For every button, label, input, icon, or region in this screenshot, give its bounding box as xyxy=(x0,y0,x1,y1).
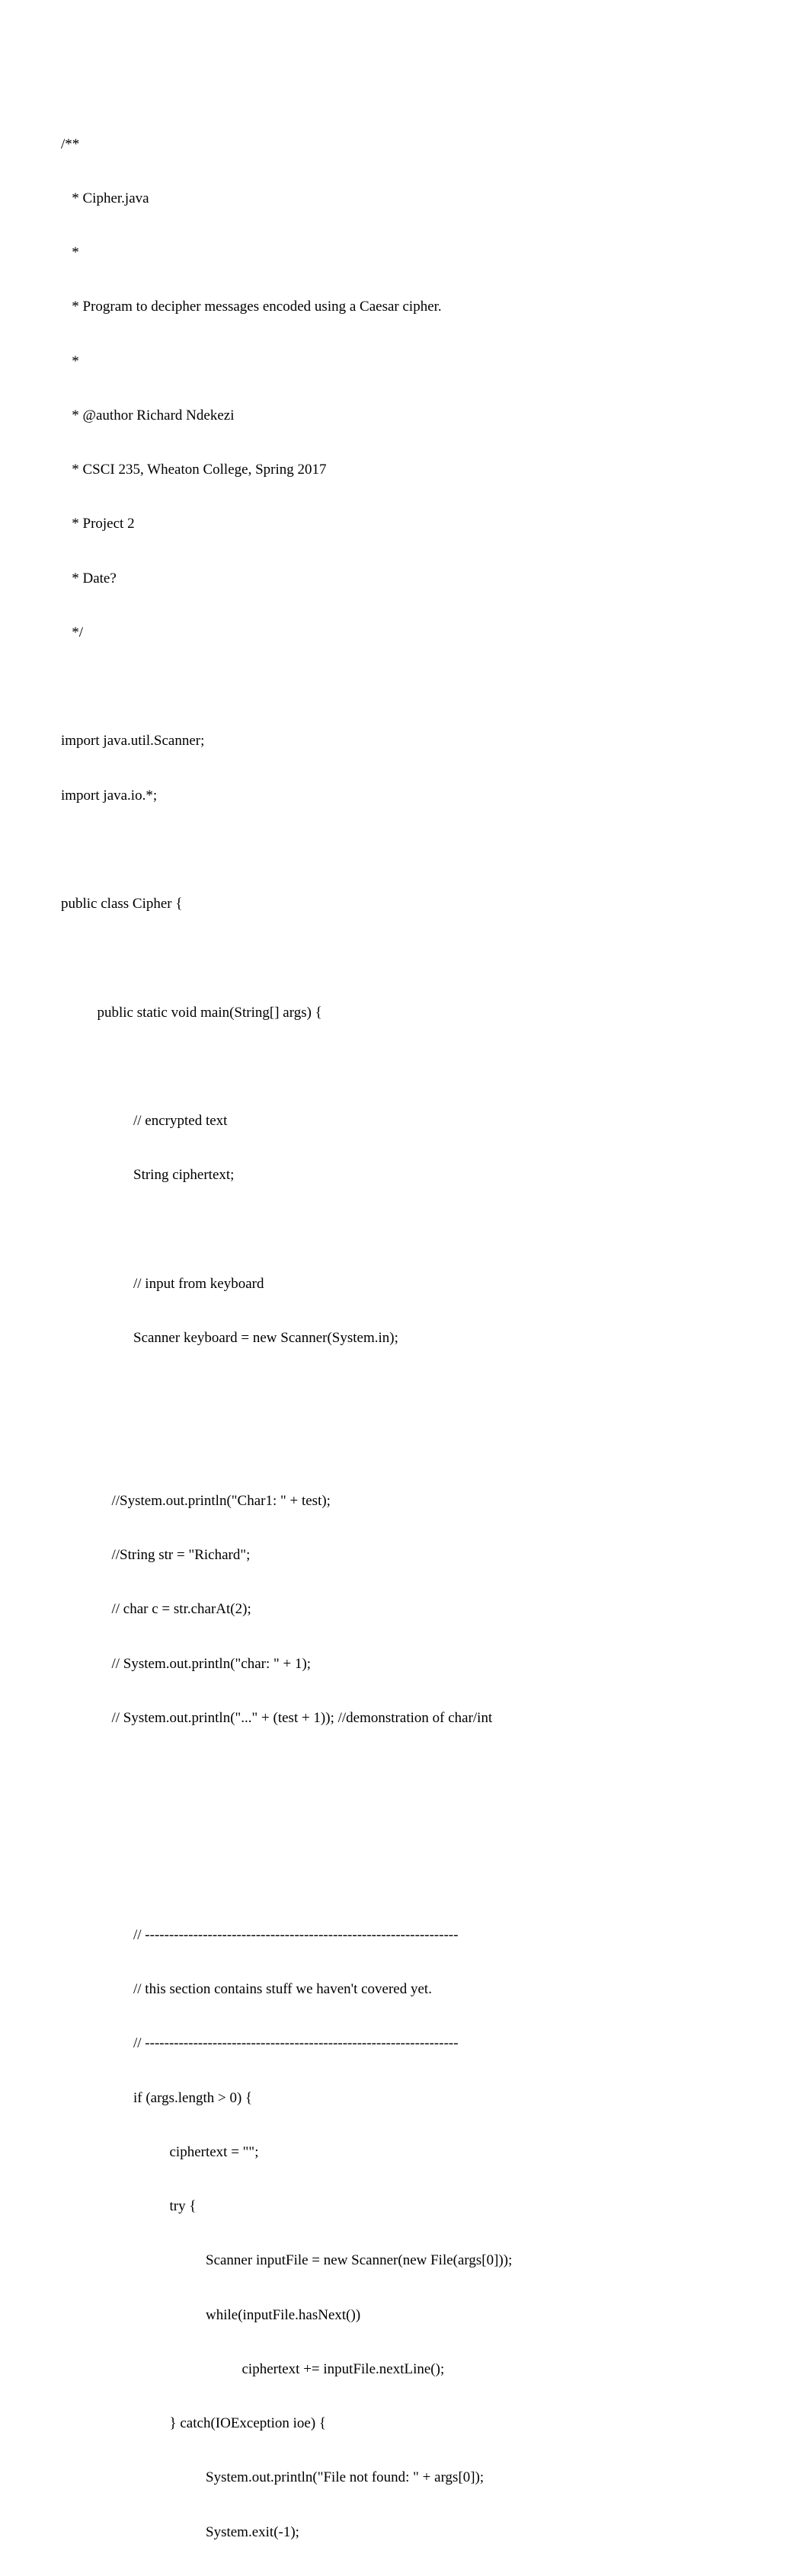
code-line: */ xyxy=(61,624,748,642)
code-line: * Project 2 xyxy=(61,515,748,533)
code-line xyxy=(61,1383,748,1401)
code-line xyxy=(61,1221,748,1239)
code-line xyxy=(61,678,748,696)
code-line xyxy=(61,1763,748,1782)
code-line: // encrypted text xyxy=(61,1112,748,1130)
code-line: * xyxy=(61,353,748,371)
code-line: // input from keyboard xyxy=(61,1275,748,1293)
code-line xyxy=(61,949,748,967)
code-line: * @author Richard Ndekezi xyxy=(61,407,748,425)
code-line xyxy=(61,1058,748,1076)
code-line: // -------------------------------------… xyxy=(61,1926,748,1945)
code-line: if (args.length > 0) { xyxy=(61,2089,748,2108)
code-line: try { xyxy=(61,2197,748,2216)
code-line: } catch(IOException ioe) { xyxy=(61,2415,748,2433)
code-line: * Date? xyxy=(61,570,748,588)
code-line: System.out.println("File not found: " + … xyxy=(61,2469,748,2487)
code-line: import java.io.*; xyxy=(61,787,748,805)
code-line: // System.out.println("char: " + 1); xyxy=(61,1655,748,1673)
code-line: //String str = "Richard"; xyxy=(61,1546,748,1564)
code-line: public class Cipher { xyxy=(61,895,748,913)
code-line xyxy=(61,841,748,859)
code-line: System.exit(-1); xyxy=(61,2523,748,2542)
code-line xyxy=(61,1438,748,1456)
code-line: public static void main(String[] args) { xyxy=(61,1004,748,1022)
code-line: Scanner keyboard = new Scanner(System.in… xyxy=(61,1329,748,1347)
code-line: while(inputFile.hasNext()) xyxy=(61,2306,748,2325)
code-line: * CSCI 235, Wheaton College, Spring 2017 xyxy=(61,461,748,479)
code-line: * Cipher.java xyxy=(61,190,748,208)
code-line: /** xyxy=(61,136,748,154)
code-line xyxy=(61,1817,748,1836)
code-line: // char c = str.charAt(2); xyxy=(61,1600,748,1619)
code-line: // System.out.println("..." + (test + 1)… xyxy=(61,1709,748,1727)
code-line: Scanner inputFile = new Scanner(new File… xyxy=(61,2252,748,2270)
code-line: * xyxy=(61,244,748,262)
code-line: * Program to decipher messages encoded u… xyxy=(61,298,748,316)
code-line: //System.out.println("Char1: " + test); xyxy=(61,1492,748,1510)
code-line xyxy=(61,1872,748,1890)
code-line: String ciphertext; xyxy=(61,1166,748,1184)
code-line: ciphertext += inputFile.nextLine(); xyxy=(61,2360,748,2379)
code-line: ciphertext = ""; xyxy=(61,2143,748,2162)
code-line: import java.util.Scanner; xyxy=(61,732,748,750)
code-line: // this section contains stuff we haven'… xyxy=(61,1980,748,1999)
code-document: /** * Cipher.java * * Program to deciphe… xyxy=(61,99,748,2576)
code-line: // -------------------------------------… xyxy=(61,2034,748,2053)
